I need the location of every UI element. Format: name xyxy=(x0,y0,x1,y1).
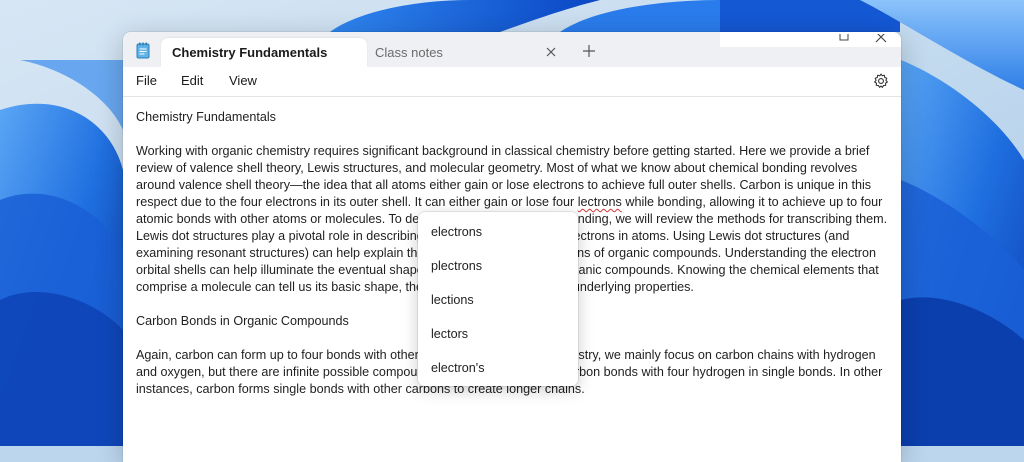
menu-edit[interactable]: Edit xyxy=(181,73,203,88)
tab-chemistry-fundamentals[interactable]: Chemistry Fundamentals xyxy=(161,38,367,67)
close-window-icon[interactable] xyxy=(874,34,888,46)
gear-icon[interactable] xyxy=(873,73,889,89)
suggestion-item[interactable]: lectors xyxy=(418,317,578,351)
spelling-suggestions-menu: electrons plectrons lections lectors ele… xyxy=(418,212,578,386)
document-heading: Chemistry Fundamentals xyxy=(136,110,276,124)
misspelled-word[interactable]: lectrons xyxy=(578,195,622,209)
suggestion-item[interactable]: plectrons xyxy=(418,249,578,283)
suggestion-item[interactable]: lections xyxy=(418,283,578,317)
tab-label: Class notes xyxy=(375,45,443,60)
maximize-icon[interactable] xyxy=(837,34,851,46)
tab-label: Chemistry Fundamentals xyxy=(172,45,328,60)
menu-view[interactable]: View xyxy=(229,73,257,88)
caption-area xyxy=(720,32,901,47)
menu-file[interactable]: File xyxy=(136,73,157,88)
title-bar: Chemistry Fundamentals Class notes xyxy=(123,32,901,67)
suggestion-item[interactable]: electrons xyxy=(418,215,578,249)
menu-bar: File Edit View xyxy=(123,67,901,97)
notepad-app-icon xyxy=(136,42,150,59)
add-tab-icon[interactable] xyxy=(581,43,597,59)
tab-class-notes[interactable]: Class notes xyxy=(367,38,565,67)
close-tab-icon[interactable] xyxy=(545,46,557,58)
suggestion-item[interactable]: electron's xyxy=(418,351,578,385)
